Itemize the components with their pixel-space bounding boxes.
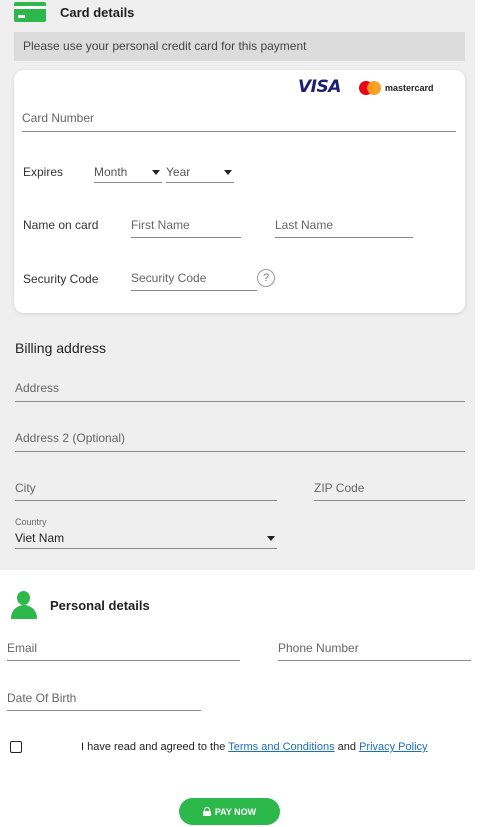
visa-logo: VISA [298, 77, 341, 97]
credit-card-icon [14, 2, 46, 22]
date-of-birth-field[interactable]: Date Of Birth [7, 689, 201, 711]
card-number-input[interactable]: Card Number [22, 109, 456, 132]
date-of-birth-placeholder: Date Of Birth [7, 691, 77, 705]
help-icon[interactable]: ? [257, 269, 275, 287]
month-select[interactable]: Month [94, 163, 162, 183]
last-name-placeholder: Last Name [275, 218, 334, 232]
chevron-down-icon [267, 536, 275, 541]
pay-now-button[interactable]: PAY NOW [179, 798, 280, 825]
security-code-placeholder: Security Code [131, 271, 207, 285]
lock-icon [202, 807, 211, 816]
zip-code-input[interactable]: ZIP Code [314, 479, 465, 501]
year-select-value: Year [166, 165, 191, 179]
chevron-down-icon [152, 170, 160, 175]
agreement-middle: and [334, 741, 360, 753]
last-name-input[interactable]: Last Name [275, 216, 413, 238]
personal-details-title: Personal details [50, 597, 150, 613]
address-placeholder: Address [15, 381, 60, 395]
country-label: Country [15, 517, 47, 527]
chevron-down-icon [224, 170, 232, 175]
city-input[interactable]: City [15, 479, 277, 501]
card-details-title: Card details [60, 4, 135, 20]
first-name-input[interactable]: First Name [131, 216, 241, 238]
terms-link[interactable]: Terms and Conditions [228, 741, 334, 753]
mastercard-wordmark: mastercard [385, 83, 434, 93]
country-select-value: Viet Nam [15, 531, 65, 545]
zip-code-placeholder: ZIP Code [314, 481, 365, 495]
phone-number-field[interactable]: Phone Number [278, 639, 471, 661]
security-code-label: Security Code [23, 272, 99, 286]
user-icon [10, 591, 38, 619]
city-placeholder: City [15, 481, 36, 495]
billing-address-title: Billing address [15, 340, 107, 356]
card-notice: Please use your personal credit card for… [14, 32, 465, 61]
first-name-placeholder: First Name [131, 218, 190, 232]
phone-number-placeholder: Phone Number [278, 641, 359, 655]
email-field[interactable]: Email [7, 639, 240, 661]
personal-details-header: Personal details [10, 591, 150, 619]
privacy-policy-link[interactable]: Privacy Policy [359, 741, 427, 753]
year-select[interactable]: Year [166, 163, 234, 183]
country-select[interactable]: Viet Nam [15, 529, 277, 549]
mastercard-logo: mastercard [359, 81, 434, 95]
email-placeholder: Email [7, 641, 38, 655]
card-details-header: Card details [14, 2, 134, 22]
pay-now-label: PAY NOW [214, 806, 257, 817]
address-input[interactable]: Address [15, 379, 465, 402]
card-form-panel: VISA mastercard Card Number Expires Mont… [14, 70, 465, 313]
expires-label: Expires [23, 165, 64, 179]
mastercard-circles-icon [359, 81, 381, 95]
month-select-value: Month [94, 165, 128, 179]
terms-checkbox[interactable] [10, 741, 22, 753]
name-on-card-label: Name on card [23, 218, 99, 232]
agreement-prefix: I have read and agreed to the [81, 741, 229, 753]
security-code-input[interactable]: Security Code [131, 269, 257, 291]
address2-placeholder: Address 2 (Optional) [15, 431, 126, 445]
address2-input[interactable]: Address 2 (Optional) [15, 429, 465, 452]
card-number-placeholder: Card Number [22, 111, 95, 125]
terms-agreement-text: I have read and agreed to the Terms and … [81, 740, 428, 754]
